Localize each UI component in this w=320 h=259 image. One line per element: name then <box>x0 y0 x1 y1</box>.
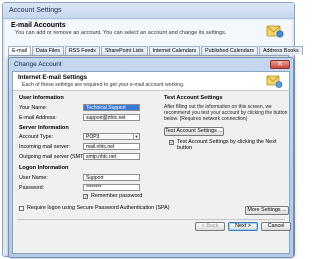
test-account-settings-button[interactable]: Test Account Settings ... <box>164 127 224 136</box>
account-settings-subheading: You can add or remove an account. You ca… <box>15 30 227 36</box>
email-accounts-icon <box>266 25 284 38</box>
auto-test-checkbox[interactable]: ✓ <box>169 140 174 146</box>
chevron-down-icon: ▼ <box>133 134 139 139</box>
spa-checkbox[interactable] <box>19 206 24 211</box>
tab-data-files[interactable]: Data Files <box>32 46 64 55</box>
incoming-server-label: Incoming mail server: <box>19 144 71 150</box>
next-button[interactable]: Next > <box>228 222 258 231</box>
user-name-input[interactable]: Support <box>83 174 140 181</box>
account-settings-heading: E-mail Accounts <box>11 22 66 29</box>
tab-address-books[interactable]: Address Books <box>259 46 303 55</box>
remember-password-label: Remember password <box>91 193 143 199</box>
user-information-title: User Information <box>19 95 64 101</box>
more-settings-button[interactable]: More Settings ... <box>245 206 289 215</box>
your-name-label: Your Name: <box>19 105 48 111</box>
footer-divider <box>17 219 285 220</box>
outgoing-server-label: Outgoing mail server (SMTP): <box>19 154 91 160</box>
account-settings-title: Account Settings <box>3 3 294 19</box>
incoming-server-input[interactable]: mail.nhtc.net <box>83 143 140 150</box>
logon-information-title: Logon Information <box>19 165 69 171</box>
email-settings-icon <box>266 75 283 88</box>
your-name-input[interactable]: Technical Support <box>83 104 140 111</box>
tab-email[interactable]: E-mail <box>8 46 32 55</box>
test-account-title: Test Account Settings <box>164 95 223 101</box>
tab-published-calendars[interactable]: Published Calendars <box>201 46 259 55</box>
dialog-heading: Internet E-mail Settings <box>18 74 88 81</box>
close-button[interactable]: ✕ <box>270 60 290 69</box>
change-account-title: Change Account <box>14 61 62 68</box>
dialog-subheading: Each of these settings are required to g… <box>22 82 185 88</box>
dialog-header: Internet E-mail Settings Each of these s… <box>13 72 289 91</box>
account-type-label: Account Type: <box>19 134 54 140</box>
cancel-button[interactable]: Cancel <box>261 222 291 231</box>
remember-password-checkbox[interactable]: ✓ <box>83 194 88 200</box>
account-settings-tabs: E-mail Data Files RSS Feeds SharePoint L… <box>8 46 303 56</box>
auto-test-label: Test Account Settings by clicking the Ne… <box>177 139 277 151</box>
test-account-description: After filling out the information on thi… <box>164 104 288 122</box>
account-type-value: POP3 <box>86 134 100 140</box>
user-name-label: User Name: <box>19 175 48 181</box>
tab-rss-feeds[interactable]: RSS Feeds <box>64 46 100 55</box>
outgoing-server-input[interactable]: smtp.nhtc.net <box>83 153 140 160</box>
change-account-dialog: Change Account ✕ Internet E-mail Setting… <box>8 57 294 258</box>
password-label: Password: <box>19 185 45 191</box>
back-button[interactable]: < Back <box>195 222 225 231</box>
change-account-client: Internet E-mail Settings Each of these s… <box>12 71 291 254</box>
password-input[interactable]: ******** <box>83 184 140 191</box>
email-address-label: E-mail Address: <box>19 115 57 121</box>
tab-internet-calendars[interactable]: Internet Calendars <box>148 46 201 55</box>
email-address-input[interactable]: support@nhtc.net <box>83 114 140 121</box>
spa-label: Require logon using Secure Password Auth… <box>27 205 170 211</box>
server-information-title: Server Information <box>19 125 69 131</box>
account-type-select[interactable]: POP3 ▼ <box>83 133 140 140</box>
tab-sharepoint-lists[interactable]: SharePoint Lists <box>100 46 148 55</box>
